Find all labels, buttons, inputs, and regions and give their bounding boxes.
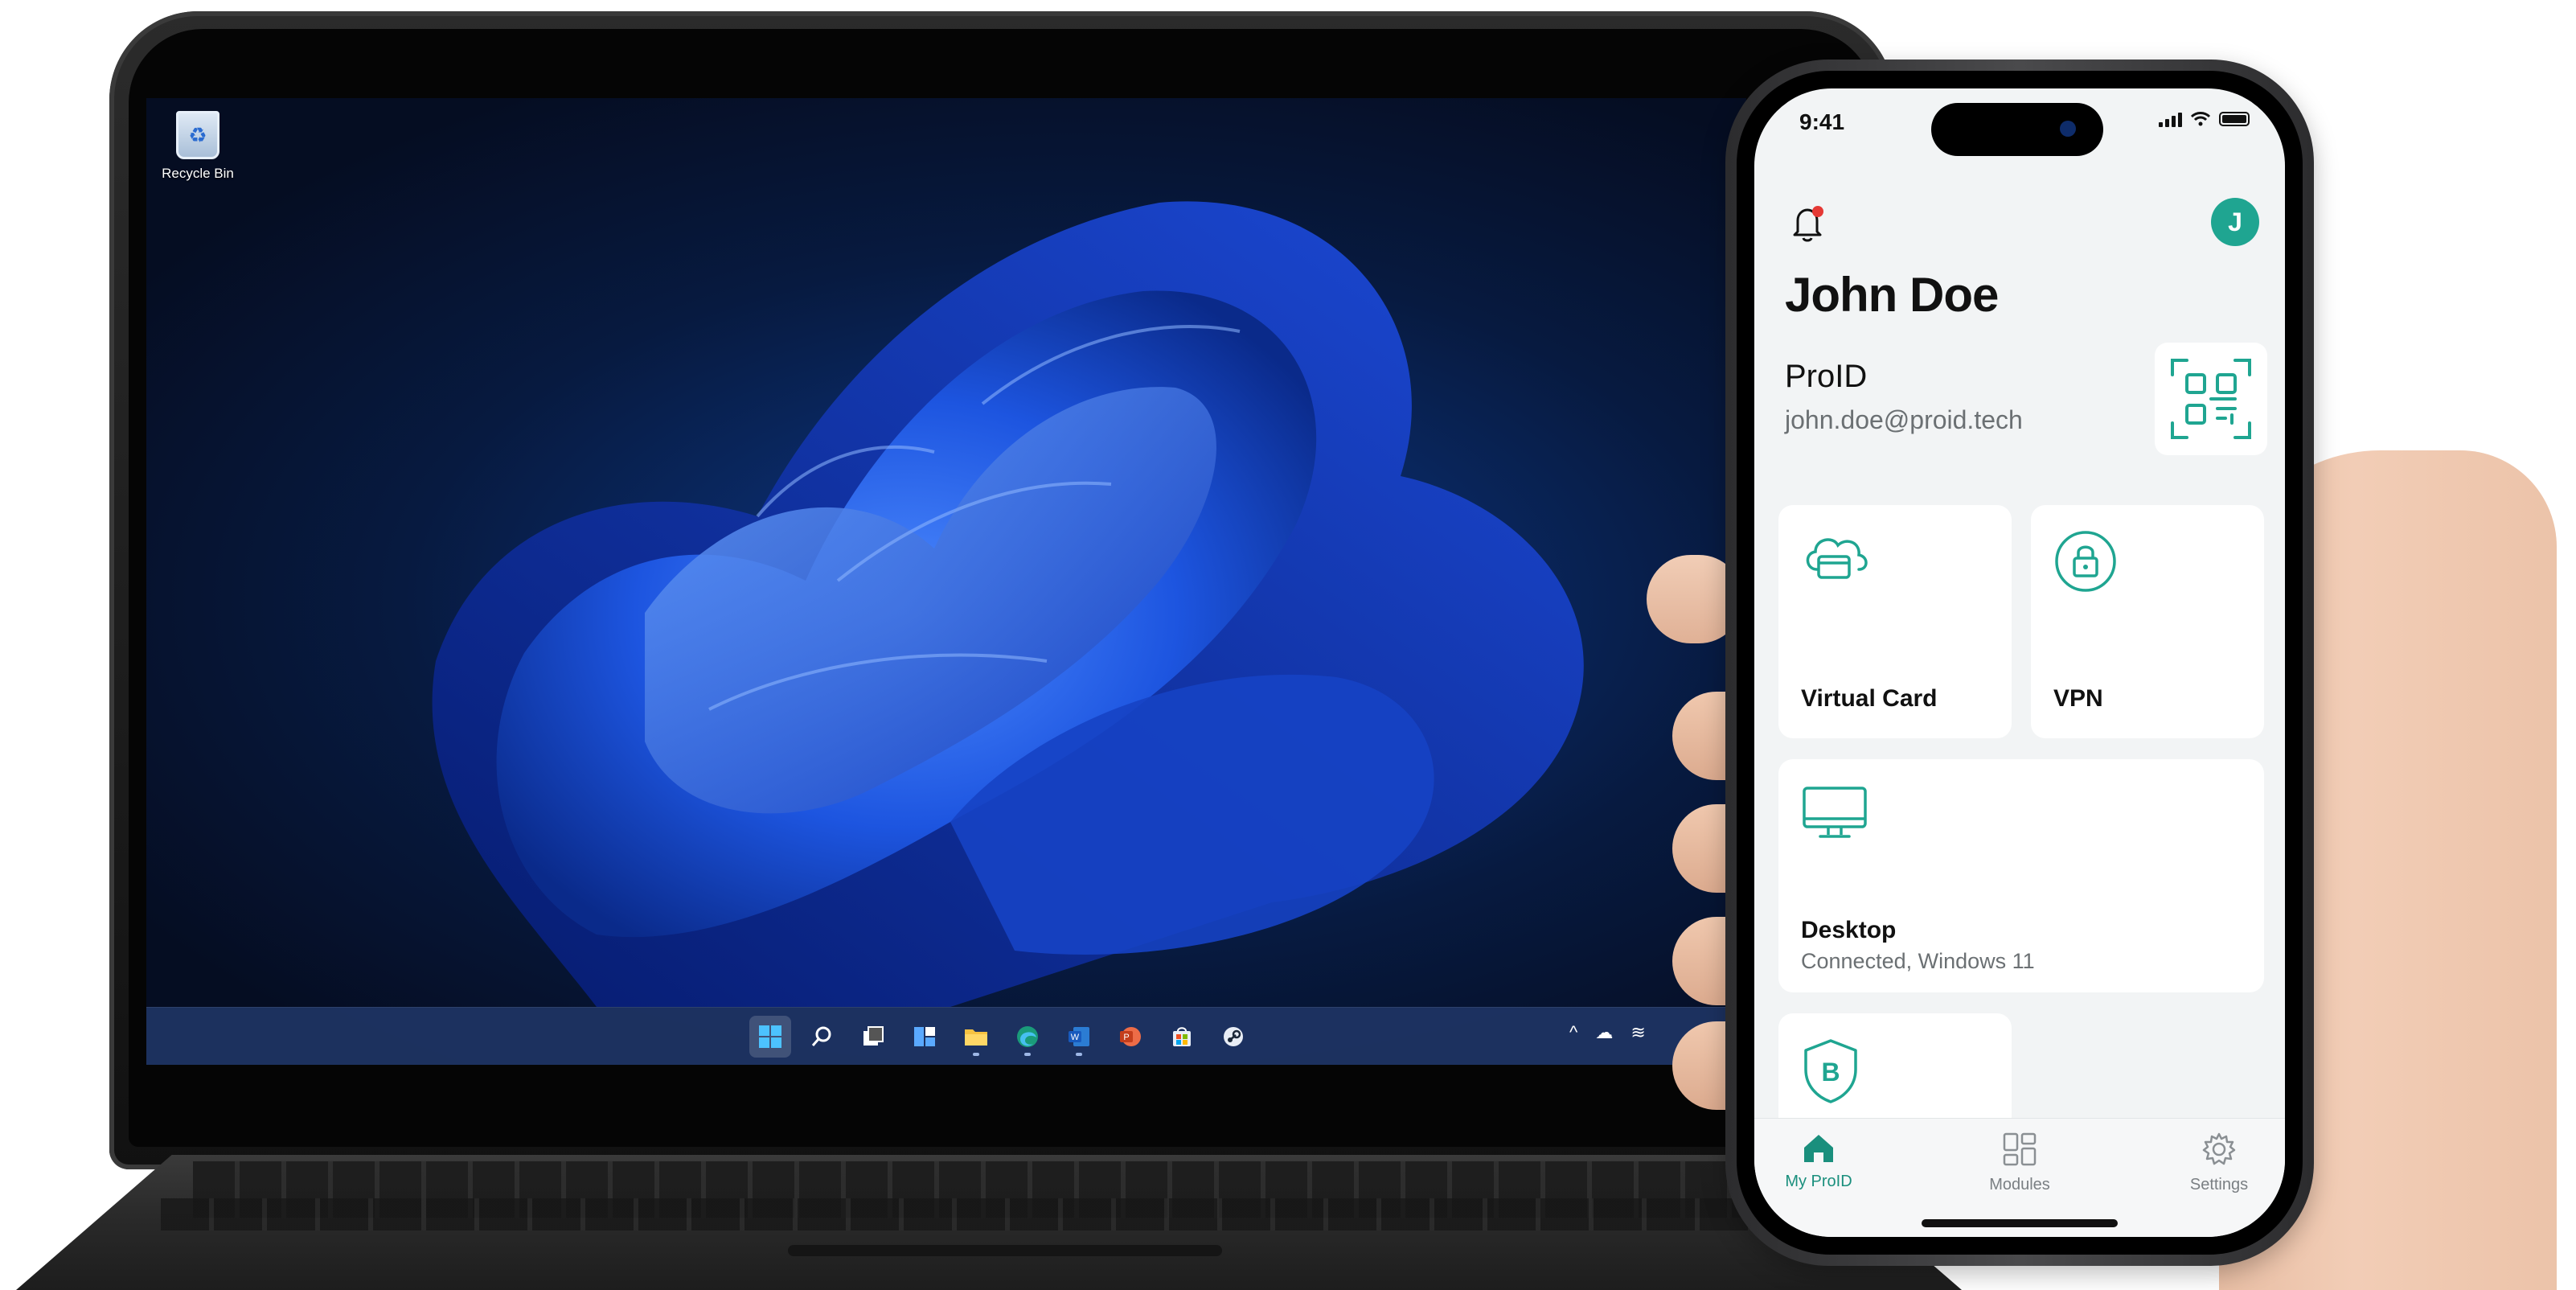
- status-icons: [2159, 111, 2250, 127]
- powerpoint-icon: P: [1120, 1027, 1141, 1046]
- virtual-card-module[interactable]: Virtual Card: [1778, 505, 2012, 738]
- windows-bloom-wallpaper: [432, 201, 1584, 1007]
- cloud-card-icon: [1806, 538, 1868, 579]
- recycle-bin-label: Recycle Bin: [162, 166, 234, 181]
- wifi-icon: [2190, 112, 2211, 126]
- proid-app-screen: 9:41 J John Doe ProID john.doe@proid.tec…: [1754, 88, 2285, 1237]
- virtual-card-title: Virtual Card: [1801, 685, 1938, 712]
- nav-my-proid[interactable]: My ProID: [1762, 1132, 1875, 1191]
- status-time: 9:41: [1799, 109, 1845, 134]
- nav-modules[interactable]: Modules: [1963, 1132, 2076, 1194]
- lock-icon: [2055, 531, 2116, 592]
- store-icon: [1173, 1027, 1191, 1046]
- vpn-module[interactable]: VPN: [2031, 505, 2264, 738]
- widgets-button[interactable]: [904, 1016, 945, 1058]
- monitor-icon: [1803, 787, 1867, 838]
- recycle-bin-icon: ♻: [176, 111, 219, 159]
- svg-text:P: P: [1123, 1033, 1129, 1042]
- notification-badge: [1812, 206, 1823, 217]
- qr-code-button[interactable]: [2155, 343, 2267, 455]
- wifi-icon[interactable]: ≋: [1631, 1022, 1645, 1043]
- home-icon: [1804, 1135, 1833, 1162]
- shield-b-icon: B: [1804, 1039, 1857, 1103]
- search-icon: [811, 1026, 831, 1046]
- user-name: John Doe: [1785, 268, 1999, 322]
- front-camera: [2060, 121, 2076, 137]
- keyboard-keys-row: [161, 1198, 1801, 1230]
- steam-button[interactable]: [1212, 1016, 1254, 1058]
- desktop-status: Connected, Windows 11: [1801, 949, 2035, 973]
- windows-desktop: ♻ Recycle Bin W P ^ ☁ ≋: [146, 98, 1746, 1065]
- store-button[interactable]: [1161, 1016, 1203, 1058]
- taskbar-apps: W P: [749, 1016, 1254, 1058]
- svg-text:B: B: [1821, 1058, 1840, 1087]
- steam-icon: [1224, 1027, 1243, 1046]
- nav-settings[interactable]: Settings: [2163, 1132, 2275, 1194]
- nav-settings-label: Settings: [2189, 1176, 2249, 1193]
- desktop-module[interactable]: Desktop Connected, Windows 11: [1778, 759, 2264, 992]
- desktop-title: Desktop: [1801, 917, 1897, 943]
- powerpoint-button[interactable]: P: [1110, 1016, 1151, 1058]
- folder-icon: [965, 1029, 987, 1046]
- avatar[interactable]: J: [2211, 198, 2259, 246]
- task-view-button[interactable]: [852, 1016, 894, 1058]
- nav-my-proid-label: My ProID: [1785, 1173, 1852, 1190]
- scene: ♻ Recycle Bin W P ^ ☁ ≋ 9:41 J John Doe …: [0, 0, 2576, 1290]
- cellular-signal-icon: [2159, 111, 2182, 127]
- edge-button[interactable]: [1007, 1016, 1048, 1058]
- start-button[interactable]: [749, 1016, 791, 1058]
- running-indicator: [1024, 1053, 1031, 1056]
- task-view-icon: [863, 1026, 884, 1046]
- proid-email: john.doe@proid.tech: [1785, 405, 2023, 434]
- recycle-bin[interactable]: ♻ Recycle Bin: [158, 111, 238, 182]
- nav-modules-label: Modules: [1989, 1176, 2050, 1193]
- widgets-icon: [914, 1027, 935, 1046]
- system-tray: ^ ☁ ≋: [1569, 1022, 1646, 1043]
- chevron-up-icon[interactable]: ^: [1569, 1022, 1577, 1043]
- dynamic-island: [1931, 103, 2103, 156]
- taskbar-search-button[interactable]: [801, 1016, 843, 1058]
- word-icon: W: [1069, 1027, 1089, 1046]
- running-indicator: [973, 1053, 979, 1056]
- vpn-title: VPN: [2053, 685, 2103, 712]
- taskbar: W P ^ ☁ ≋: [146, 1007, 1746, 1065]
- gear-icon: [2202, 1132, 2236, 1165]
- windows-logo-icon: [759, 1025, 781, 1048]
- home-indicator[interactable]: [1922, 1219, 2118, 1227]
- laptop-front-edge: [788, 1245, 1222, 1256]
- word-button[interactable]: W: [1058, 1016, 1100, 1058]
- file-explorer-button[interactable]: [955, 1016, 997, 1058]
- modules-grid-icon: [2003, 1132, 2037, 1166]
- onedrive-cloud-icon[interactable]: ☁: [1595, 1022, 1613, 1043]
- qr-code-icon: [2171, 359, 2251, 439]
- notification-bell-icon[interactable]: [1785, 201, 1830, 246]
- running-indicator: [1076, 1053, 1082, 1056]
- edge-icon: [1017, 1026, 1038, 1047]
- svg-text:W: W: [1071, 1033, 1080, 1042]
- battery-icon: [2219, 112, 2250, 126]
- proid-title: ProID: [1785, 359, 1868, 394]
